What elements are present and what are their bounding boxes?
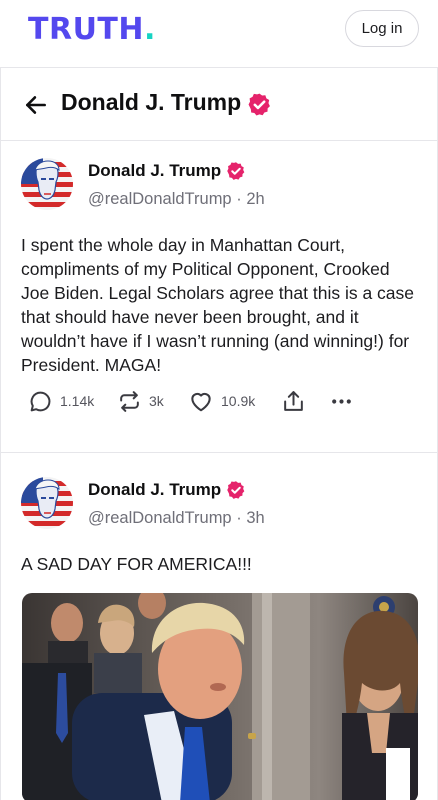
- media-thumbnail: [22, 593, 418, 800]
- logo-dot: .: [144, 12, 156, 47]
- verified-badge-icon: [227, 481, 245, 499]
- post-media-video[interactable]: [22, 593, 418, 800]
- meta-separator: ·: [236, 190, 242, 208]
- retruth-button[interactable]: 3k: [117, 386, 164, 416]
- post-time[interactable]: 2h: [246, 190, 264, 208]
- post-card[interactable]: Donald J. Trump @realDonaldTrump · 3h A …: [1, 453, 437, 800]
- arrow-left-icon[interactable]: [23, 92, 49, 118]
- page-title: Donald J. Trump: [61, 89, 242, 115]
- post-text: I spent the whole day in Manhattan Court…: [21, 235, 415, 375]
- profile-header: Donald J. Trump: [1, 68, 437, 141]
- retruth-icon: [120, 390, 139, 412]
- post-card[interactable]: Donald J. Trump @realDonaldTrump · 2h I …: [1, 141, 437, 453]
- like-count: 10.9k: [221, 393, 256, 409]
- author-meta: @realDonaldTrump · 3h: [88, 509, 265, 528]
- heart-icon: [191, 392, 211, 412]
- top-bar: TRUTH. Log in: [0, 0, 438, 68]
- reply-button[interactable]: 1.14k: [28, 386, 94, 416]
- author-name[interactable]: Donald J. Trump: [88, 161, 221, 181]
- reply-icon: [30, 391, 51, 411]
- more-horizontal-icon: [332, 398, 351, 404]
- logo-text: TRUTH: [28, 12, 144, 47]
- share-icon: [284, 390, 303, 411]
- login-button[interactable]: Log in: [345, 10, 419, 47]
- meta-separator: ·: [236, 509, 242, 527]
- like-button[interactable]: 10.9k: [188, 386, 255, 416]
- post-text: A SAD DAY FOR AMERICA!!!: [21, 554, 252, 574]
- share-button[interactable]: [281, 386, 306, 416]
- more-options-button[interactable]: [329, 386, 354, 416]
- post-actions: 1.14k 3k 10.9k: [1, 386, 437, 416]
- author-meta: @realDonaldTrump · 2h: [88, 190, 265, 209]
- retruth-count: 3k: [149, 393, 164, 409]
- author-handle[interactable]: @realDonaldTrump: [88, 190, 232, 208]
- avatar[interactable]: [21, 158, 73, 210]
- verified-badge-icon: [248, 93, 270, 116]
- main-content: Donald J. Trump Donald J. Trump @realDon…: [0, 68, 438, 800]
- post-time[interactable]: 3h: [246, 509, 264, 527]
- reply-count: 1.14k: [60, 393, 95, 409]
- author-handle[interactable]: @realDonaldTrump: [88, 509, 232, 527]
- avatar[interactable]: [21, 477, 73, 529]
- author-name[interactable]: Donald J. Trump: [88, 480, 221, 500]
- truth-logo[interactable]: TRUTH.: [28, 12, 156, 47]
- verified-badge-icon: [227, 162, 245, 180]
